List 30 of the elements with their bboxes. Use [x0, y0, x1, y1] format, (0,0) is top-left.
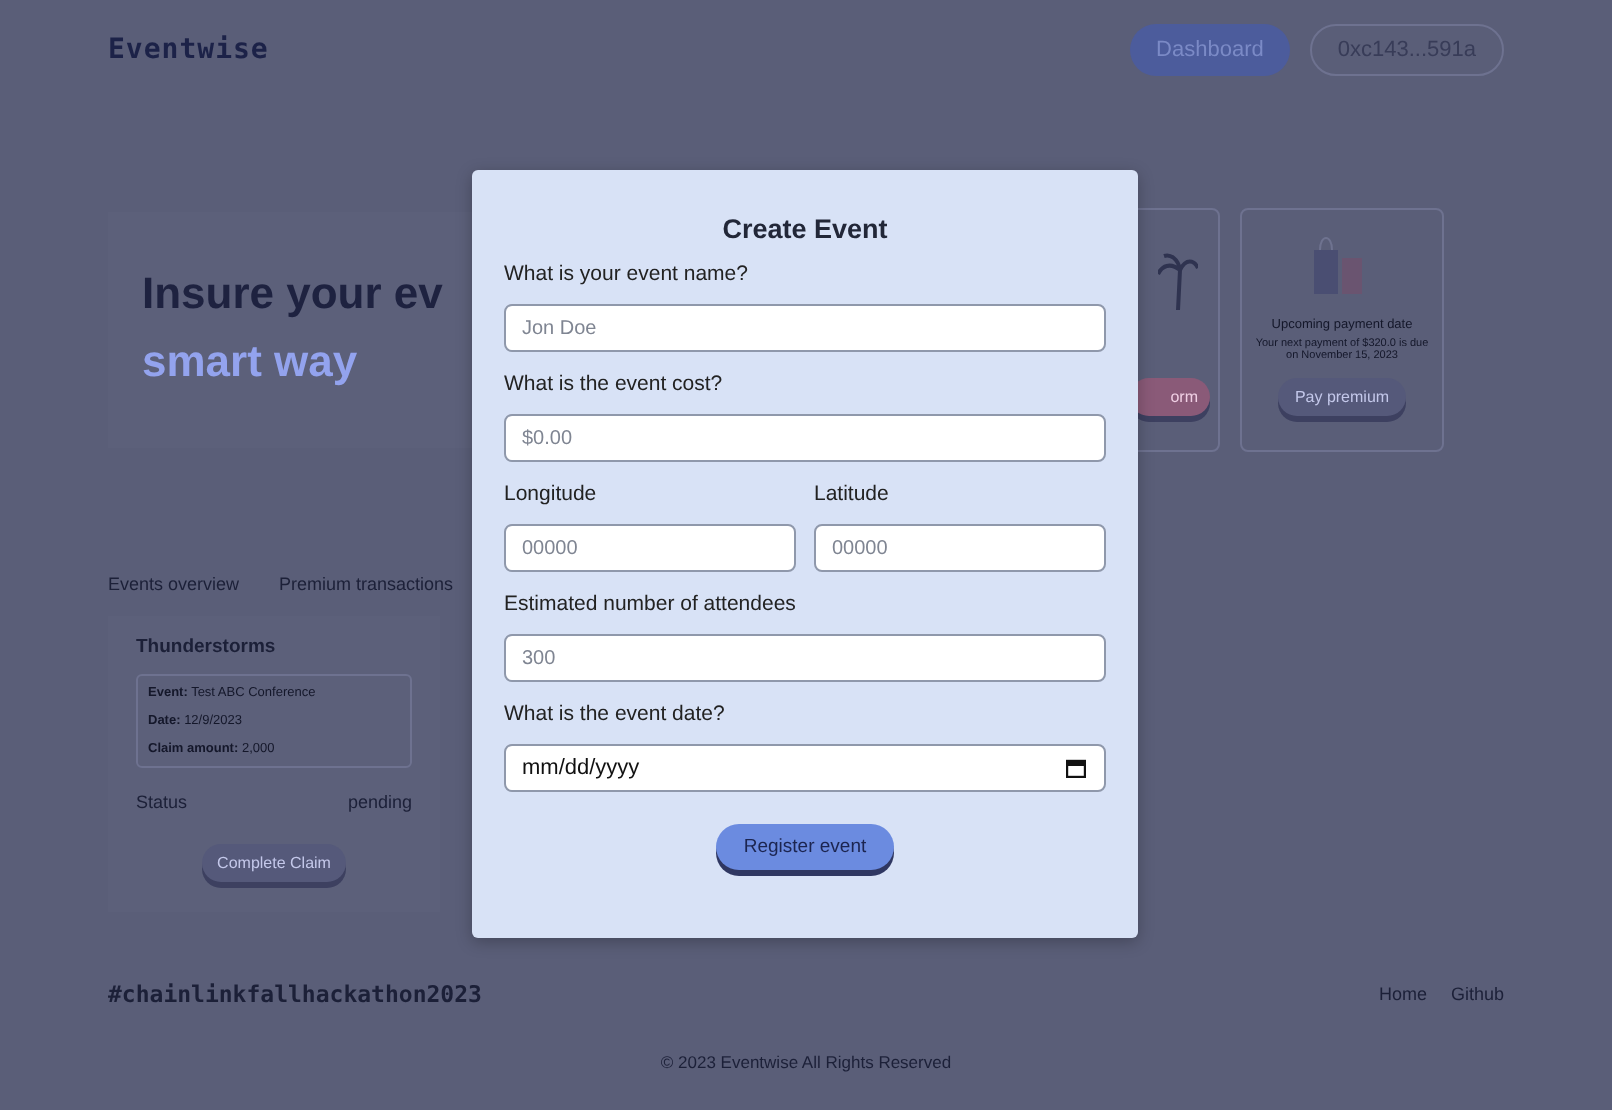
input-field[interactable]: 300 — [504, 634, 1106, 682]
copyright-text: © 2023 Eventwise All Rights Reserved — [658, 1052, 954, 1072]
modal-title: Create Event — [720, 214, 890, 244]
date-field[interactable]: mm/dd/yyyy — [504, 744, 1106, 792]
field-label: What is the event date? — [504, 700, 727, 730]
pay-premium-button[interactable]: Pay premium — [1278, 378, 1406, 416]
input-field[interactable]: $0.00 — [504, 414, 1106, 462]
input-field[interactable]: 00000 — [504, 524, 796, 572]
hashtag-text: #chainlinkfallhackathon2023 — [108, 980, 482, 1008]
palm-tree-icon — [1158, 250, 1198, 310]
field-label: What is your event name? — [504, 260, 750, 290]
field-label: What is the event cost? — [504, 370, 725, 400]
footer-link[interactable]: Home — [1378, 984, 1427, 1004]
field-label: Estimated number of attendees — [504, 590, 798, 620]
logo[interactable]: Eventwise — [108, 34, 269, 66]
complete-claim-button[interactable]: Complete Claim — [201, 844, 347, 882]
status-value: pending — [347, 792, 412, 812]
hero-heading: smart way — [142, 336, 358, 388]
status-label: Status — [136, 792, 188, 812]
register-event-button[interactable]: Register event — [715, 824, 895, 870]
calendar-icon[interactable] — [1066, 758, 1086, 778]
claim-title: Thunderstorms — [136, 636, 278, 658]
field-label: Latitude — [814, 480, 891, 510]
footer-link[interactable]: Github — [1450, 984, 1504, 1004]
field-label: Longitude — [504, 480, 599, 510]
input-field[interactable]: 00000 — [814, 524, 1106, 572]
hero-heading: Insure your ev — [142, 268, 443, 320]
tab[interactable]: Premium transactions — [279, 574, 454, 594]
tab[interactable]: Events overview — [108, 574, 240, 594]
input-field[interactable]: Jon Doe — [504, 304, 1106, 352]
